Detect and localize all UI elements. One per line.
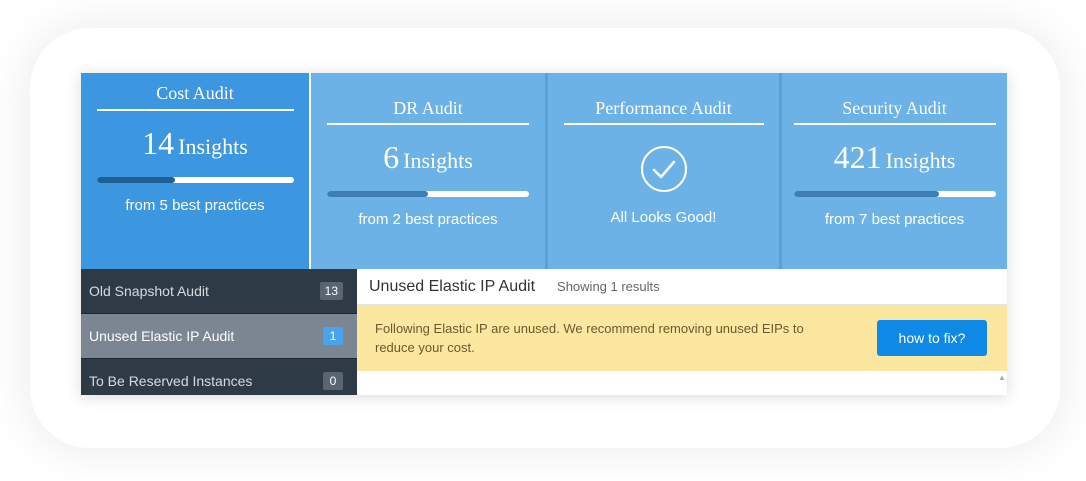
main-title: Unused Elastic IP Audit (369, 277, 536, 295)
sidebar-item-label: To Be Reserved Instances (89, 373, 253, 389)
sidebar-item-to-be-reserved-instances[interactable]: To Be Reserved Instances 0 (81, 359, 357, 395)
audit-main: Unused Elastic IP Audit Showing 1 result… (357, 269, 1007, 395)
audit-cards: Cost Audit 14 Insights from 5 best practi… (81, 73, 1007, 269)
insight-count: 6 Insights (311, 139, 545, 177)
sidebar-item-old-snapshot-audit[interactable]: Old Snapshot Audit 13 (81, 269, 357, 314)
insight-unit: Insights (885, 148, 956, 173)
recommendation-notice: Following Elastic IP are unused. We reco… (357, 305, 1007, 371)
progress-bar (327, 191, 529, 197)
best-practices-text: from 7 best practices (824, 211, 965, 228)
count-badge: 0 (323, 372, 343, 390)
notice-text: Following Elastic IP are unused. We reco… (375, 321, 804, 355)
insight-number: 14 (142, 125, 175, 161)
sidebar-item-label: Old Snapshot Audit (89, 283, 209, 299)
insight-count: 14 Insights (81, 125, 309, 163)
best-practices-text: from 2 best practices (358, 211, 498, 228)
sidebar-item-label: Unused Elastic IP Audit (89, 328, 235, 344)
insight-unit: Insights (178, 134, 248, 159)
audit-sidebar: Old Snapshot Audit 13 Unused Elastic IP … (81, 269, 357, 395)
card-dr-audit[interactable]: DR Audit 6 Insights from 2 best practices (311, 73, 548, 269)
progress-bar (96, 177, 294, 183)
card-title: DR Audit (393, 98, 463, 118)
scroll-up-arrow-icon[interactable]: ▲ (997, 373, 1007, 387)
main-header: Unused Elastic IP Audit Showing 1 result… (357, 269, 1007, 305)
progress-fill (96, 177, 176, 183)
sidebar-item-unused-elastic-ip-audit[interactable]: Unused Elastic IP Audit 1 (81, 314, 357, 359)
title-rule (96, 109, 294, 111)
audit-detail: Old Snapshot Audit 13 Unused Elastic IP … (81, 269, 1007, 395)
card-title: Cost Audit (156, 83, 234, 103)
title-rule (793, 123, 996, 125)
count-badge: 1 (323, 327, 343, 345)
card-cost-audit[interactable]: Cost Audit 14 Insights from 5 best practi… (81, 73, 311, 269)
card-security-audit[interactable]: Security Audit 421 Insights from 7 best p… (782, 73, 1007, 269)
card-title: Security Audit (842, 98, 947, 118)
status-text: All Looks Good! (610, 209, 717, 226)
progress-fill (327, 191, 428, 197)
progress-bar (793, 191, 996, 197)
count-badge: 13 (319, 282, 343, 300)
insight-number: 421 (833, 139, 882, 175)
title-rule (563, 123, 764, 125)
card-title: Performance Audit (595, 98, 732, 118)
card-performance-audit[interactable]: Performance Audit All Looks Good! (548, 73, 782, 269)
insight-number: 6 (383, 139, 400, 175)
insight-count: 421 Insights (782, 139, 1007, 177)
check-circle-icon (640, 145, 688, 193)
audit-panel: Cost Audit 14 Insights from 5 best practi… (81, 73, 1007, 395)
title-rule (327, 123, 529, 125)
how-to-fix-button[interactable]: how to fix? (877, 320, 987, 356)
results-count: Showing 1 results (557, 279, 660, 294)
best-practices-text: from 5 best practices (125, 197, 265, 214)
progress-fill (793, 191, 939, 197)
insight-unit: Insights (403, 148, 473, 173)
